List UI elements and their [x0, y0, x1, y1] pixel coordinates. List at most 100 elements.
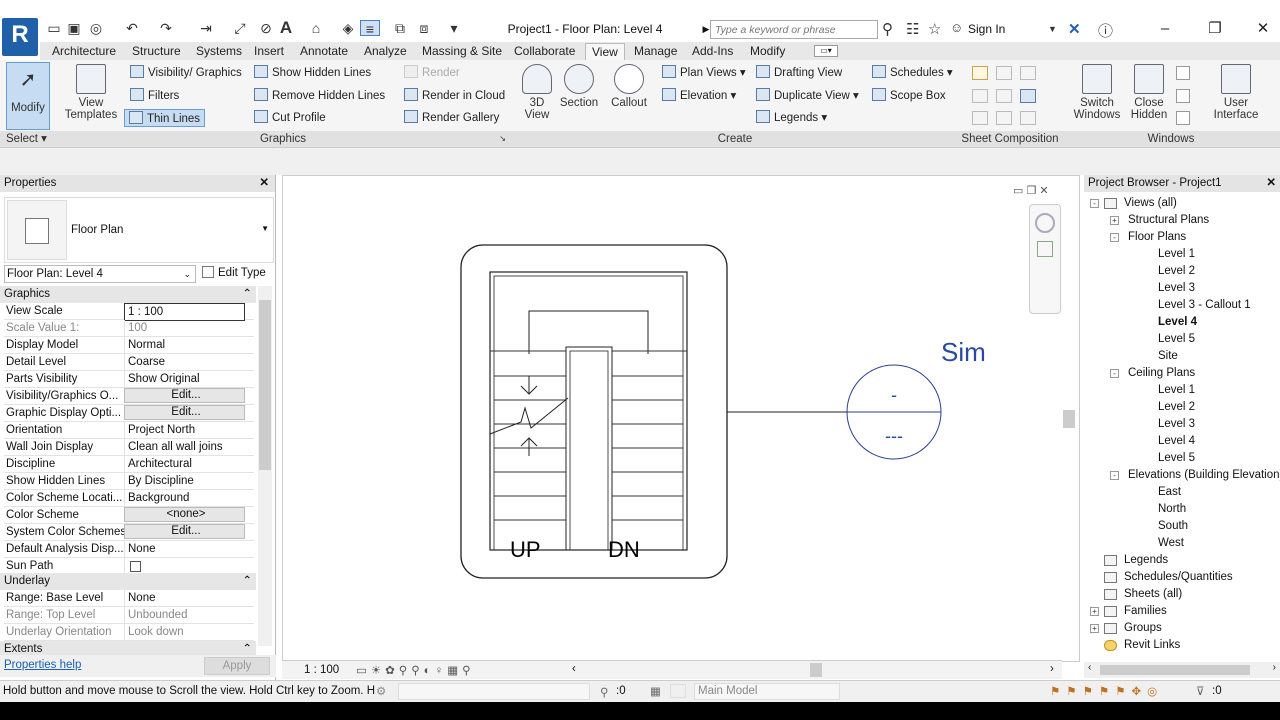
- help-icon[interactable]: ⓘ: [1098, 20, 1113, 41]
- navigation-bar[interactable]: [1029, 204, 1061, 314]
- property-row[interactable]: Visibility/Graphics O... Edit...: [4, 388, 254, 405]
- browser-item[interactable]: Floor Plans: [1128, 229, 1186, 246]
- browser-item[interactable]: Level 3 - Callout 1: [1158, 297, 1251, 314]
- matchline-icon[interactable]: [1020, 89, 1036, 103]
- property-row[interactable]: Parts Visibility Show Original: [4, 371, 254, 388]
- browser-item[interactable]: Views (all): [1124, 195, 1177, 212]
- browser-item[interactable]: Schedules/Quantities: [1124, 569, 1233, 586]
- property-row[interactable]: View Scale 1 : 100: [4, 303, 254, 321]
- viewports-icon[interactable]: [996, 111, 1012, 125]
- sign-in-button[interactable]: Sign In: [968, 22, 1005, 36]
- apply-button[interactable]: Apply: [204, 657, 270, 675]
- expand-toggle-icon[interactable]: -: [1110, 471, 1119, 480]
- expand-toggle-icon[interactable]: -: [1110, 369, 1119, 378]
- thin-lines-icon[interactable]: ≡: [360, 20, 380, 37]
- sign-in-dropdown-icon[interactable]: ▼: [1048, 24, 1057, 34]
- tile-icon[interactable]: [1176, 111, 1190, 125]
- plan-views-button[interactable]: Plan Views ▾: [662, 64, 746, 82]
- property-row[interactable]: Show Hidden Lines By Discipline: [4, 473, 254, 490]
- browser-item[interactable]: Families: [1124, 603, 1167, 620]
- drawing-area[interactable]: UP DN Sim - --- ▭ ❐ ✕: [282, 175, 1080, 662]
- properties-help-link[interactable]: Properties help: [4, 659, 81, 671]
- property-value[interactable]: None: [124, 541, 245, 557]
- tab-collaborate[interactable]: Collaborate: [508, 43, 581, 60]
- 3d-view-icon[interactable]: ⌂: [308, 20, 324, 36]
- property-value[interactable]: Clean all wall joins: [124, 439, 245, 455]
- cascade-icon[interactable]: [1176, 89, 1190, 103]
- close-icon[interactable]: ✕: [259, 175, 269, 192]
- steering-wheel-icon[interactable]: [1035, 213, 1055, 233]
- property-row[interactable]: Graphic Display Opti... Edit...: [4, 405, 254, 422]
- view-scale[interactable]: 1 : 100: [304, 664, 339, 676]
- close-hidden-button[interactable]: Close Hidden: [1126, 64, 1172, 121]
- expand-toggle-icon[interactable]: +: [1090, 624, 1099, 633]
- switch-windows-icon[interactable]: ⧈: [416, 20, 432, 36]
- properties-scrollbar[interactable]: [258, 286, 272, 646]
- browser-item[interactable]: Groups: [1124, 620, 1162, 637]
- close-window-button[interactable]: ✕: [1248, 18, 1278, 40]
- text-icon[interactable]: A: [278, 19, 294, 36]
- sun-path-checkbox[interactable]: [130, 561, 141, 572]
- filters-button[interactable]: Filters: [130, 87, 179, 105]
- browser-item[interactable]: Level 4: [1158, 433, 1195, 450]
- close-icon[interactable]: ✕: [1266, 175, 1276, 192]
- browser-item[interactable]: North: [1158, 501, 1186, 518]
- schedules-button[interactable]: Schedules ▾: [872, 64, 953, 82]
- expand-toggle-icon[interactable]: -: [1110, 233, 1119, 242]
- expand-toggle-icon[interactable]: +: [1090, 607, 1099, 616]
- view-control-icons[interactable]: ▭☀✿⚲⚲◐♀▦⚲: [356, 663, 475, 677]
- view-window-controls[interactable]: ▭ ❐ ✕: [1013, 184, 1049, 197]
- browser-item[interactable]: Elevations (Building Elevation): [1128, 467, 1280, 484]
- measure-icon[interactable]: ⇥: [198, 20, 214, 36]
- design-options-icon[interactable]: ▦: [650, 684, 661, 698]
- user-interface-button[interactable]: User Interface: [1208, 64, 1264, 121]
- expand-toggle-icon[interactable]: +: [1110, 216, 1119, 225]
- property-value[interactable]: Background: [124, 490, 245, 506]
- property-value[interactable]: Coarse: [124, 354, 245, 370]
- scroll-left-icon[interactable]: ‹: [572, 663, 576, 675]
- property-value[interactable]: 1 : 100: [124, 303, 245, 321]
- dimension-icon[interactable]: ⤢: [232, 20, 248, 36]
- property-row[interactable]: Orientation Project North: [4, 422, 254, 439]
- place-view-icon[interactable]: [972, 89, 988, 103]
- browser-item[interactable]: Level 3: [1158, 416, 1195, 433]
- property-value[interactable]: By Discipline: [124, 473, 245, 489]
- browser-item[interactable]: Level 1: [1158, 382, 1195, 399]
- browser-item[interactable]: Level 2: [1158, 399, 1195, 416]
- type-selector[interactable]: Floor Plan ▼: [4, 197, 274, 263]
- replicate-icon[interactable]: [1176, 66, 1190, 80]
- browser-scroll-thumb[interactable]: [1100, 665, 1250, 675]
- graphics-section[interactable]: Graphics ⌃: [0, 286, 256, 303]
- browser-item[interactable]: Structural Plans: [1128, 212, 1209, 229]
- visibility-graphics-button[interactable]: Visibility/ Graphics: [130, 64, 242, 82]
- tab-view[interactable]: View: [585, 43, 625, 60]
- property-row[interactable]: Wall Join Display Clean all wall joins: [4, 439, 254, 456]
- property-row[interactable]: Detail Level Coarse: [4, 354, 254, 371]
- title-block-icon[interactable]: [996, 66, 1012, 80]
- drafting-view-button[interactable]: Drafting View: [756, 64, 842, 82]
- save-icon[interactable]: ▣: [66, 20, 82, 36]
- cut-profile-button[interactable]: Cut Profile: [254, 109, 326, 127]
- edit-type-button[interactable]: Edit Type: [200, 264, 272, 284]
- duplicate-view-button[interactable]: Duplicate View ▾: [756, 87, 859, 105]
- underlay-section[interactable]: Underlay ⌃: [0, 573, 256, 590]
- property-row[interactable]: Default Analysis Disp... None: [4, 541, 254, 558]
- customize-qat-icon[interactable]: ▾: [446, 20, 462, 36]
- underlay-row[interactable]: Range: Base Level None: [4, 590, 254, 607]
- editing-requests-icon[interactable]: ⚲: [600, 685, 608, 699]
- select-panel[interactable]: Select ▾: [0, 131, 54, 147]
- section-button[interactable]: Section: [558, 64, 600, 109]
- tab-massing-site[interactable]: Massing & Site: [416, 43, 508, 60]
- scope-box-button[interactable]: Scope Box: [872, 87, 946, 105]
- render-gallery-button[interactable]: Render Gallery: [404, 109, 499, 127]
- browser-hscroll[interactable]: ‹ ›: [1084, 662, 1280, 678]
- scroll-right-icon[interactable]: ›: [1050, 663, 1054, 675]
- expand-toggle-icon[interactable]: -: [1090, 199, 1099, 208]
- tab-insert[interactable]: Insert: [248, 43, 290, 60]
- property-row[interactable]: System Color Schemes Edit...: [4, 524, 254, 541]
- tab-manage[interactable]: Manage: [628, 43, 683, 60]
- property-value[interactable]: <none>: [124, 507, 245, 522]
- tab-modify[interactable]: Modify: [744, 43, 791, 60]
- exchange-apps-icon[interactable]: ✕: [1068, 20, 1081, 38]
- property-value[interactable]: Unbounded: [124, 607, 245, 623]
